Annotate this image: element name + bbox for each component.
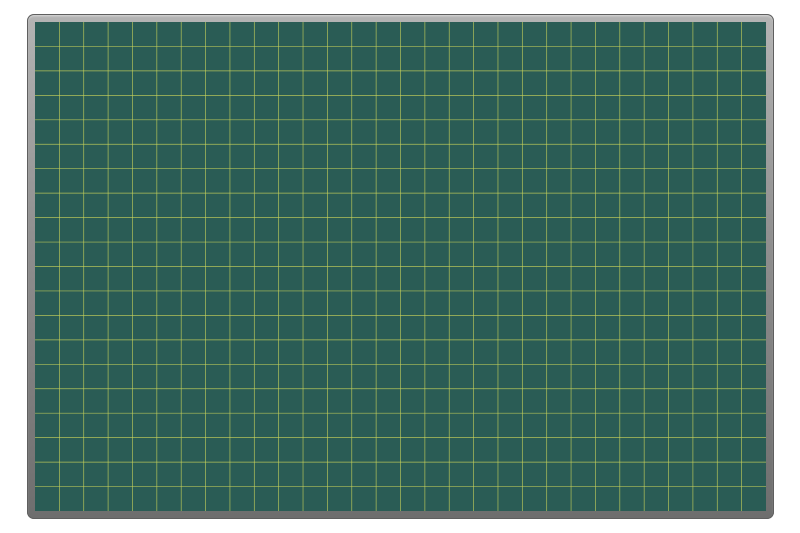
grid-lines bbox=[35, 22, 766, 511]
grid-group bbox=[35, 22, 766, 511]
chalkboard-frame bbox=[27, 14, 774, 519]
chalkboard-surface bbox=[35, 22, 766, 511]
